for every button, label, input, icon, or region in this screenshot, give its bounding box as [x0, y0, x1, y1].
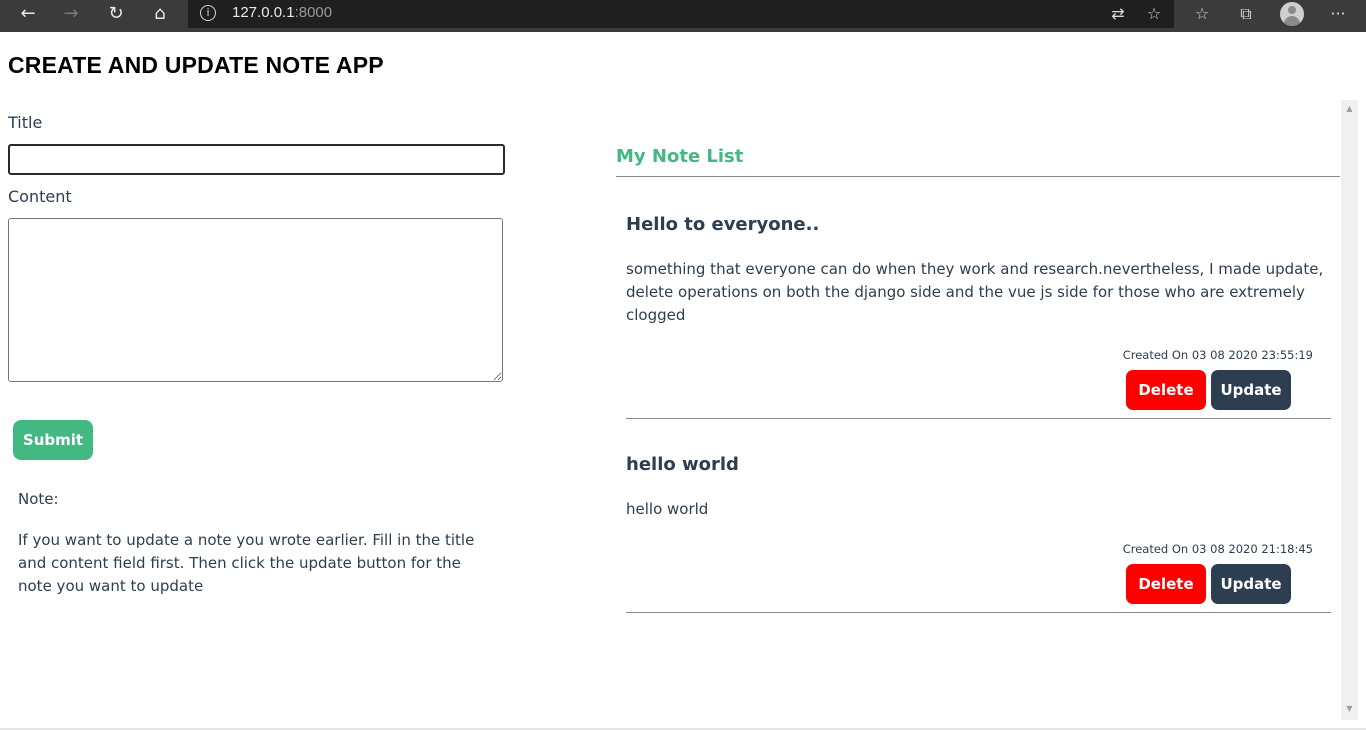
update-button[interactable]: Update — [1211, 370, 1291, 410]
note-title: Hello to everyone.. — [626, 214, 820, 235]
note-created-date: Created On 03 08 2020 21:18:45 — [1122, 542, 1313, 556]
content-textarea[interactable] — [8, 218, 503, 382]
delete-button[interactable]: Delete — [1126, 564, 1206, 604]
note-divider — [626, 418, 1331, 419]
address-url[interactable]: 127.0.0.1:8000 — [232, 4, 332, 21]
note-body: something that everyone can do when they… — [626, 260, 1324, 324]
address-bar[interactable]: i 127.0.0.1:8000 — [188, 0, 1174, 28]
page-title: CREATE AND UPDATE NOTE APP — [8, 52, 384, 78]
content-label: Content — [8, 187, 72, 206]
update-button[interactable]: Update — [1211, 564, 1291, 604]
note-list-panel: My Note List Hello to everyone.. somethi… — [616, 100, 1341, 730]
scroll-down-arrow-icon[interactable]: ▼ — [1345, 704, 1354, 713]
url-host: 127.0.0.1 — [232, 4, 295, 21]
vertical-scrollbar[interactable]: ▲ ▼ — [1341, 100, 1358, 720]
note-created-date: Created On 03 08 2020 23:55:19 — [1122, 348, 1313, 362]
scroll-up-arrow-icon[interactable]: ▲ — [1345, 104, 1354, 113]
browser-toolbar: ← → ↻ ⌂ i 127.0.0.1:8000 ⇄ ☆ ☆ ⧉ ··· — [0, 0, 1366, 32]
favorite-star-icon[interactable]: ☆ — [1136, 0, 1172, 28]
title-input[interactable] — [8, 144, 505, 175]
reload-icon[interactable]: ↻ — [96, 0, 136, 28]
back-icon[interactable]: ← — [8, 0, 48, 28]
note-divider — [626, 612, 1331, 613]
site-info-icon[interactable]: i — [200, 5, 216, 21]
note-body: hello world — [626, 500, 709, 518]
title-label: Title — [8, 113, 43, 132]
help-text: If you want to update a note you wrote e… — [18, 531, 475, 595]
favorites-bar-icon[interactable]: ☆ — [1184, 0, 1220, 28]
home-icon[interactable]: ⌂ — [140, 0, 180, 28]
collections-icon[interactable]: ⧉ — [1228, 0, 1264, 28]
note-title: hello world — [626, 454, 739, 475]
profile-avatar-icon[interactable] — [1280, 2, 1304, 26]
note-list-title: My Note List — [616, 146, 744, 167]
translate-icon[interactable]: ⇄ — [1100, 0, 1136, 28]
url-port: :8000 — [294, 4, 333, 21]
help-heading: Note: — [18, 490, 59, 508]
submit-button[interactable]: Submit — [13, 420, 93, 460]
delete-button[interactable]: Delete — [1126, 370, 1206, 410]
forward-icon[interactable]: → — [51, 0, 91, 28]
note-card: hello world hello world Created On 03 08… — [626, 454, 1331, 614]
more-menu-icon[interactable]: ··· — [1320, 0, 1356, 28]
note-list-divider — [616, 176, 1340, 177]
note-card: Hello to everyone.. something that every… — [626, 214, 1331, 420]
